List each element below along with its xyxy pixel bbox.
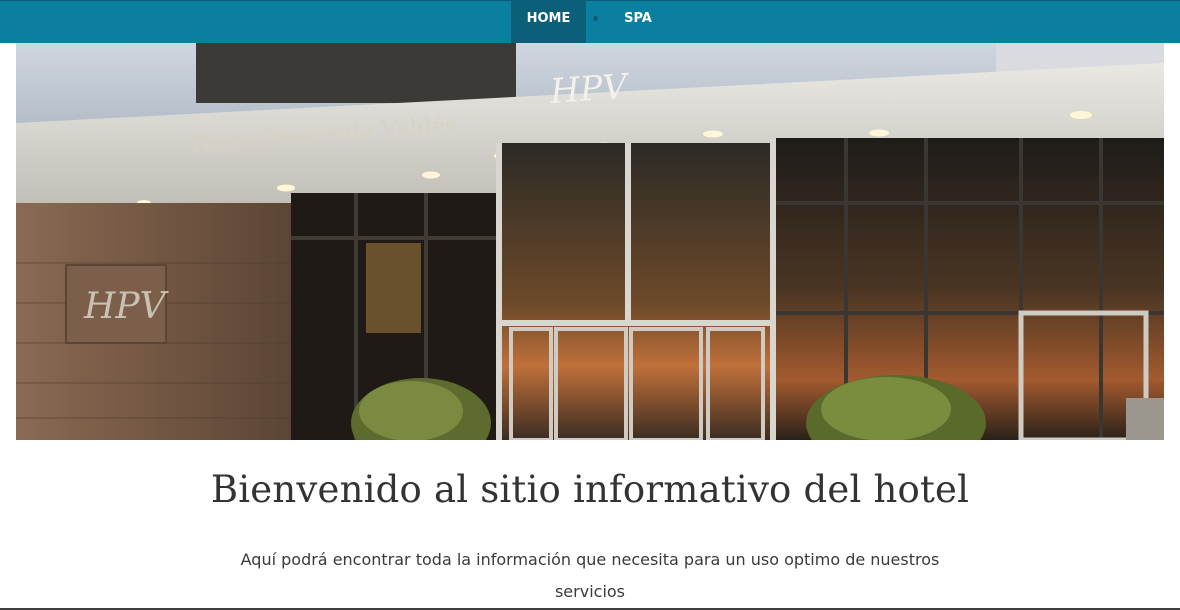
intro-paragraph: Aquí podrá encontrar toda la información… [240, 550, 940, 601]
hotel-logo-text: HPV [548, 66, 632, 112]
nav-item-spa[interactable]: SPA [612, 1, 664, 43]
hero-image: Hotel Península Valdés HPV HPV [16, 43, 1164, 440]
nav-item-home[interactable]: HOME [511, 1, 586, 43]
page-title: Bienvenido al sitio informativo del hote… [210, 468, 970, 511]
hotel-facade-illustration: Hotel Península Valdés HPV HPV [16, 43, 1164, 440]
wall-logo-text: HPV [83, 286, 170, 327]
top-navbar: HOME SPA [0, 0, 1180, 43]
nav-separator-dot [593, 16, 598, 21]
